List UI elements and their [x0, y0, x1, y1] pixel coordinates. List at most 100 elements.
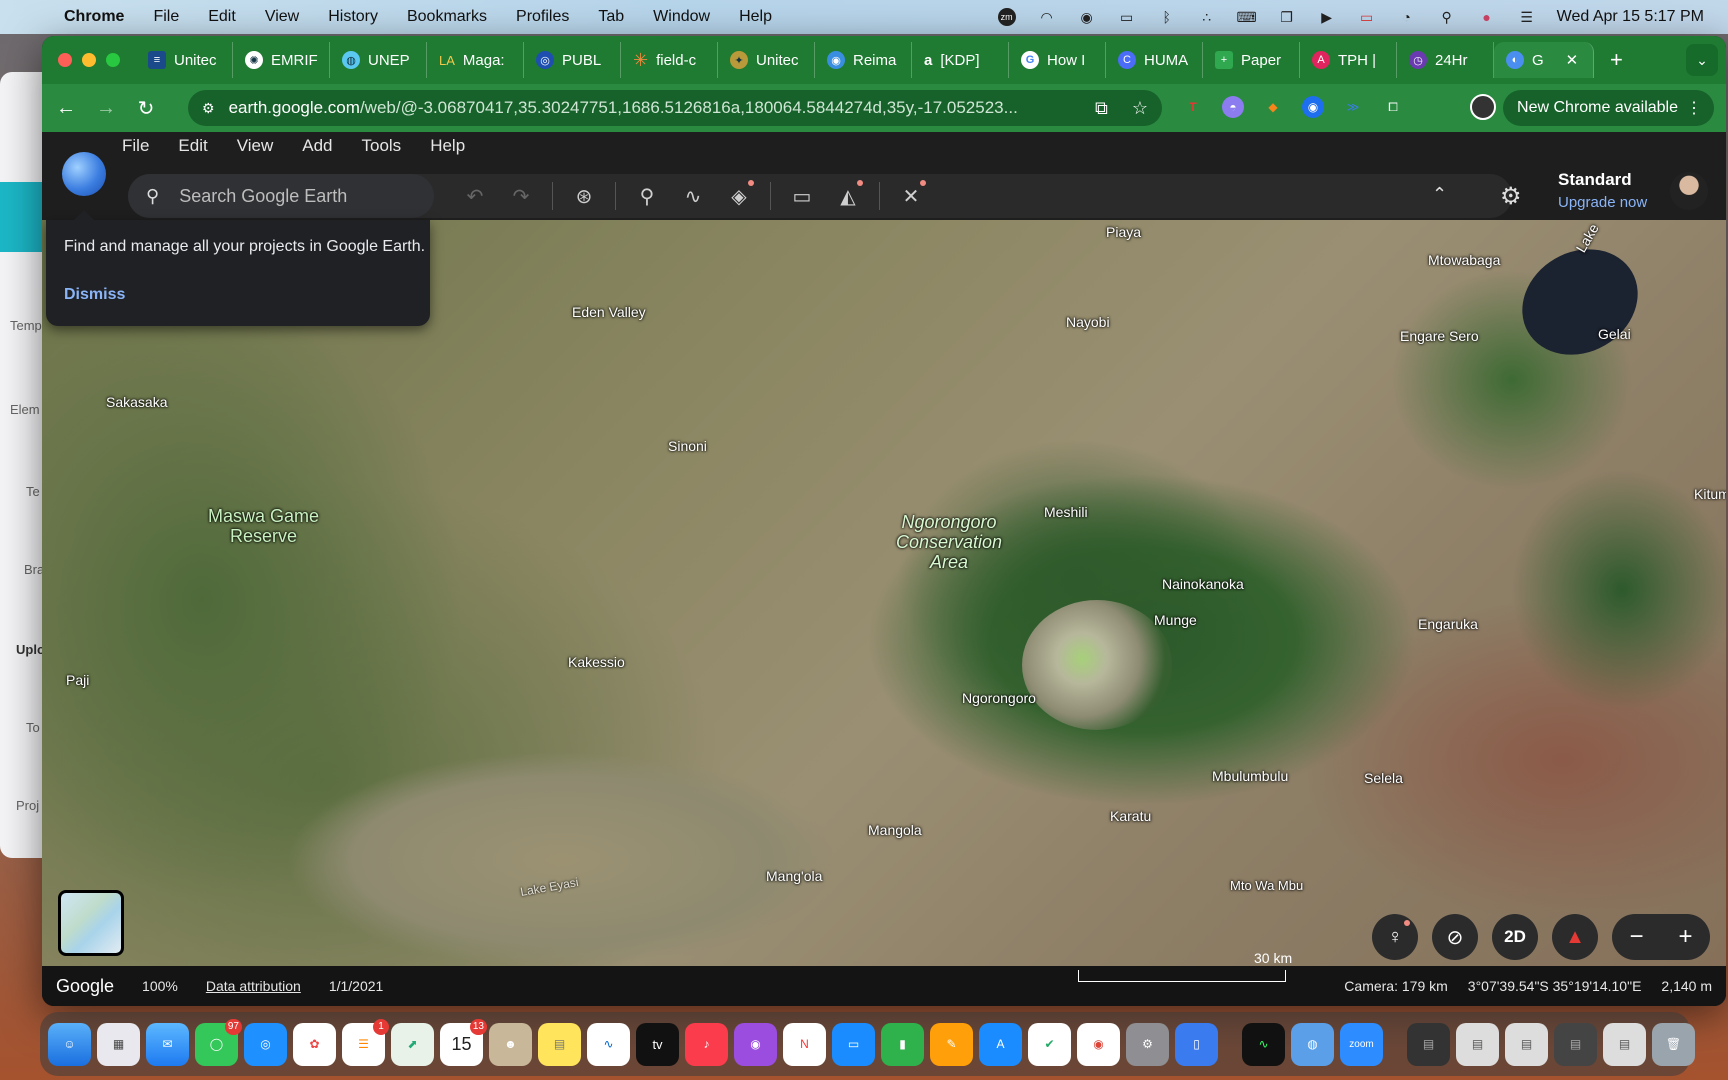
- map-label-munge[interactable]: Munge: [1154, 612, 1197, 628]
- address-bar[interactable]: ⚙ earth.google.com/web/@-3.06870417,35.3…: [188, 90, 1162, 126]
- zoom-app-icon[interactable]: zoom: [1340, 1022, 1383, 1066]
- collapse-toolbar-chevron-icon[interactable]: ⌃: [1432, 184, 1447, 205]
- chrome-icon[interactable]: ◉: [1077, 1022, 1120, 1066]
- earth-menu-tools[interactable]: Tools: [362, 136, 402, 156]
- undo-icon[interactable]: ↶: [452, 184, 498, 209]
- menu-file[interactable]: File: [153, 8, 179, 26]
- forward-button[interactable]: →: [86, 97, 126, 120]
- map-label-engare-sero[interactable]: Engare Sero: [1400, 328, 1479, 344]
- recent-window-1-icon[interactable]: ▤: [1407, 1022, 1450, 1066]
- extension-red-icon[interactable]: T: [1182, 96, 1204, 118]
- close-window-button[interactable]: [58, 53, 72, 67]
- map-label-selela[interactable]: Selela: [1364, 770, 1403, 786]
- map-label-sinoni[interactable]: Sinoni: [668, 438, 707, 454]
- close-tab-icon[interactable]: ✕: [1566, 51, 1579, 69]
- map-label-meshili[interactable]: Meshili: [1044, 504, 1088, 520]
- activity-monitor-icon[interactable]: ∿: [1242, 1022, 1285, 1066]
- extension-ghost-icon[interactable]: ◓: [1222, 96, 1244, 118]
- tab-unitec-1[interactable]: ≡ Unitec: [136, 42, 233, 78]
- menu-edit[interactable]: Edit: [208, 8, 236, 26]
- safari-icon[interactable]: ◎: [244, 1022, 287, 1066]
- extensions-puzzle-icon[interactable]: ⧠: [1382, 96, 1404, 118]
- extension-chevrons-icon[interactable]: ≫: [1342, 96, 1364, 118]
- layers-icon[interactable]: ◈: [716, 179, 762, 209]
- placemark-icon[interactable]: ⚲: [624, 184, 670, 209]
- map-label-maswa-game-reserve[interactable]: Maswa Game Reserve: [208, 506, 319, 546]
- map-label-mtowabaga[interactable]: Mtowabaga: [1428, 252, 1500, 268]
- map-label-karatu[interactable]: Karatu: [1110, 808, 1151, 824]
- elevation-profile-icon[interactable]: ◭: [825, 179, 871, 209]
- window-icon[interactable]: ❐: [1277, 8, 1297, 26]
- launchpad-icon[interactable]: ▦: [97, 1022, 140, 1066]
- earth-menu-help[interactable]: Help: [430, 136, 465, 156]
- menu-help[interactable]: Help: [739, 8, 772, 26]
- menu-view[interactable]: View: [265, 8, 299, 26]
- settings-gear-icon[interactable]: ⚙: [1500, 182, 1522, 211]
- recent-window-5-icon[interactable]: ▤: [1603, 1022, 1646, 1066]
- map-label-nainokanoka[interactable]: Nainokanoka: [1162, 576, 1244, 592]
- search-input[interactable]: [179, 185, 400, 207]
- tab-emrif[interactable]: ✺ EMRIF: [233, 42, 330, 78]
- tilt-reset-icon[interactable]: ⊘: [1432, 914, 1478, 960]
- maps-icon[interactable]: ⬈: [391, 1022, 434, 1066]
- map-label-mto-wa-mbu[interactable]: Mto Wa Mbu: [1230, 878, 1303, 893]
- recent-window-3-icon[interactable]: ▤: [1505, 1022, 1548, 1066]
- overview-minimap[interactable]: [58, 890, 124, 956]
- earth-menu-view[interactable]: View: [237, 136, 274, 156]
- dots-status-icon[interactable]: ∴: [1197, 8, 1217, 26]
- data-layers-icon[interactable]: ✕: [888, 179, 934, 209]
- site-settings-icon[interactable]: ⚙: [202, 100, 215, 117]
- headphones-icon[interactable]: ◠: [1037, 8, 1057, 26]
- keyboard-icon[interactable]: ⌨: [1237, 8, 1257, 26]
- map-label-mangola-2[interactable]: Mang'ola: [766, 868, 822, 884]
- map-label-piaya[interactable]: Piaya: [1106, 224, 1141, 240]
- account-avatar[interactable]: [1670, 172, 1708, 210]
- music-icon[interactable]: ♪: [685, 1022, 728, 1066]
- data-attribution-link[interactable]: Data attribution: [206, 978, 301, 994]
- mail-icon[interactable]: ✉: [146, 1022, 189, 1066]
- tab-tph[interactable]: A TPH |: [1300, 42, 1397, 78]
- recent-window-4-icon[interactable]: ▤: [1554, 1022, 1597, 1066]
- pegman-icon[interactable]: ♀: [1372, 914, 1418, 960]
- path-icon[interactable]: ∿: [670, 184, 716, 209]
- new-chrome-button[interactable]: New Chrome available ⋮: [1503, 90, 1714, 126]
- zoom-out-button[interactable]: −: [1629, 923, 1643, 951]
- tab-maga[interactable]: LA Maga:: [427, 42, 524, 78]
- install-app-icon[interactable]: ⧉: [1095, 98, 1108, 119]
- tab-reima[interactable]: ◉ Reima: [815, 42, 912, 78]
- menu-window[interactable]: Window: [653, 8, 710, 26]
- menu-bookmarks[interactable]: Bookmarks: [407, 8, 487, 26]
- minimize-window-button[interactable]: [82, 53, 96, 67]
- keynote-icon[interactable]: ▭: [832, 1022, 875, 1066]
- upgrade-link[interactable]: Upgrade now: [1558, 194, 1647, 211]
- photos-icon[interactable]: ✿: [293, 1022, 336, 1066]
- notes-icon[interactable]: ▤: [538, 1022, 581, 1066]
- calendar-icon[interactable]: 15 13: [440, 1018, 487, 1066]
- contacts-icon[interactable]: ☻: [489, 1022, 532, 1066]
- dismiss-button[interactable]: Dismiss: [64, 286, 125, 304]
- voyager-icon[interactable]: ⊛: [561, 184, 607, 209]
- profile-avatar-small[interactable]: [1470, 94, 1496, 120]
- metamask-icon[interactable]: ◆: [1262, 96, 1284, 118]
- map-label-mangola[interactable]: Mangola: [868, 822, 922, 838]
- news-icon[interactable]: N: [783, 1022, 826, 1066]
- menu-profiles[interactable]: Profiles: [516, 8, 569, 26]
- new-tab-button[interactable]: +: [1610, 47, 1623, 73]
- compass-icon[interactable]: ▲: [1552, 914, 1598, 960]
- menu-app-name[interactable]: Chrome: [64, 8, 124, 26]
- wifi-icon[interactable]: ◔: [1397, 8, 1417, 26]
- menu-history[interactable]: History: [328, 8, 378, 26]
- tab-kdp[interactable]: a [KDP]: [912, 42, 1009, 78]
- play-icon[interactable]: ▶: [1317, 8, 1337, 26]
- numbers-icon[interactable]: ▮: [881, 1022, 924, 1066]
- redo-icon[interactable]: ↷: [498, 184, 544, 209]
- messages-icon[interactable]: ◯ 97: [195, 1018, 242, 1066]
- control-center-icon[interactable]: ☰: [1517, 8, 1537, 26]
- extension-blue-icon[interactable]: ◉: [1302, 96, 1324, 118]
- map-label-gelai[interactable]: Gelai: [1598, 326, 1631, 342]
- more-menu-icon[interactable]: ⋮: [1686, 98, 1702, 118]
- tab-24hr[interactable]: ◷ 24Hr: [1397, 42, 1494, 78]
- google-earth-logo[interactable]: [62, 152, 106, 196]
- zoom-window-button[interactable]: [106, 53, 120, 67]
- tab-paper[interactable]: + Paper: [1203, 42, 1300, 78]
